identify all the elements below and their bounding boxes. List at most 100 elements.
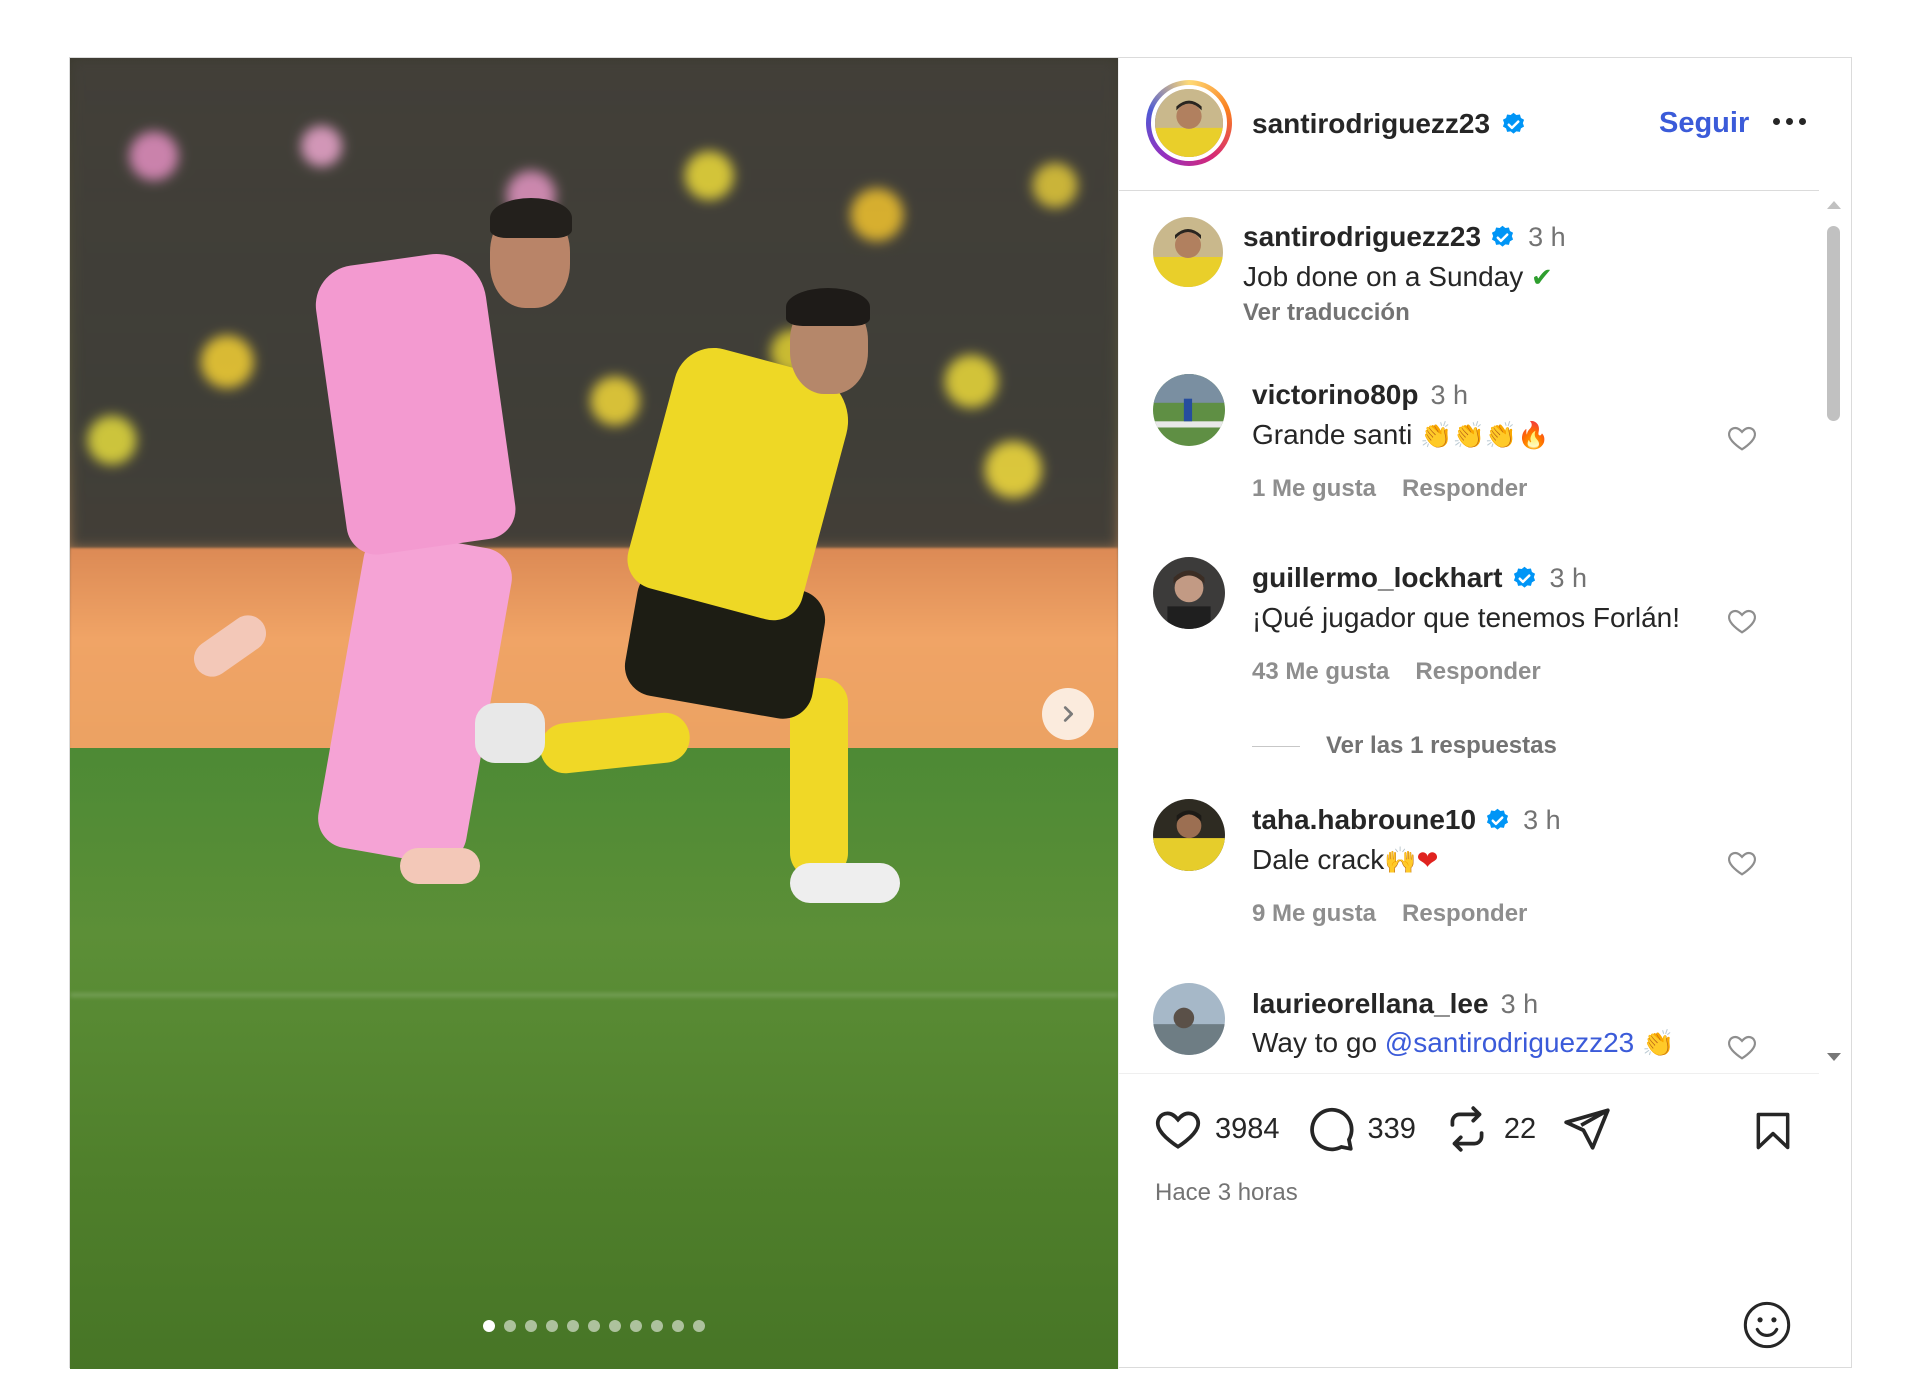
- caption-text-body: Job done on a Sunday: [1243, 261, 1524, 292]
- comment-count: 339: [1367, 1112, 1416, 1145]
- verified-badge-icon: [1491, 225, 1514, 247]
- comment-username[interactable]: guillermo_lockhart: [1252, 562, 1503, 594]
- comment-emoji: 👏👏👏🔥: [1420, 421, 1550, 451]
- comment-avatar[interactable]: [1153, 557, 1225, 629]
- comment-header: victorino80p 3 h: [1252, 379, 1468, 411]
- scroll-down-arrow-icon[interactable]: [1827, 1053, 1841, 1061]
- comment-mention-link[interactable]: @santirodriguezz23: [1385, 1027, 1634, 1058]
- comment-header: laurieorellana_lee 3 h: [1252, 988, 1538, 1020]
- carousel-dot[interactable]: [483, 1320, 495, 1332]
- comment-meta: 43 Me gusta Responder: [1252, 658, 1541, 686]
- check-mark-icon: ✔: [1531, 263, 1553, 293]
- scroll-up-arrow-icon[interactable]: [1827, 201, 1841, 209]
- comment-text-body: Way to go: [1252, 1027, 1378, 1058]
- comment-text: Grande santi 👏👏👏🔥: [1252, 419, 1550, 451]
- view-replies-label: Ver las 1 respuestas: [1326, 732, 1557, 759]
- player-yellow-shoe-back: [475, 703, 545, 763]
- verified-badge-icon: [1502, 112, 1525, 134]
- comment-username[interactable]: victorino80p: [1252, 379, 1418, 411]
- carousel-dot[interactable]: [630, 1320, 642, 1332]
- caption-avatar[interactable]: [1153, 217, 1223, 287]
- like-comment-heart-icon[interactable]: [1725, 422, 1759, 454]
- carousel-dot[interactable]: [651, 1320, 663, 1332]
- post-footer: 3984 339 22 Hace 3 horas: [1119, 1073, 1819, 1369]
- carousel-dot[interactable]: [609, 1320, 621, 1332]
- comment-username[interactable]: laurieorellana_lee: [1252, 988, 1489, 1020]
- repost-button[interactable]: 22: [1442, 1104, 1536, 1154]
- like-comment-heart-icon[interactable]: [1725, 1031, 1759, 1063]
- comment-text: Dale crack🙌❤: [1252, 844, 1438, 876]
- post-timestamp: Hace 3 horas: [1155, 1179, 1298, 1206]
- like-comment-heart-icon[interactable]: [1725, 847, 1759, 879]
- carousel-dot[interactable]: [546, 1320, 558, 1332]
- carousel-dot[interactable]: [504, 1320, 516, 1332]
- author-info: santirodriguezz23: [1252, 108, 1527, 140]
- follow-button[interactable]: Seguir: [1659, 107, 1749, 140]
- photo-pitch-line: [70, 993, 1118, 997]
- emoji-smiley-icon[interactable]: [1741, 1299, 1793, 1351]
- like-count: 3984: [1215, 1112, 1280, 1145]
- comment-emoji: 🙌❤: [1384, 846, 1439, 876]
- comment-avatar[interactable]: [1153, 374, 1225, 446]
- repost-count: 22: [1503, 1112, 1537, 1145]
- caption-time: 3 h: [1528, 221, 1566, 252]
- view-replies-button[interactable]: Ver las 1 respuestas: [1252, 732, 1557, 760]
- player-pink-hair: [490, 198, 572, 238]
- comment-likes[interactable]: 1 Me gusta: [1252, 475, 1376, 503]
- comment-text-body: Dale crack: [1252, 844, 1385, 875]
- bookmark-icon[interactable]: [1751, 1107, 1795, 1155]
- reply-button[interactable]: Responder: [1402, 900, 1527, 928]
- carousel-dot[interactable]: [588, 1320, 600, 1332]
- comment-time: 3 h: [1523, 804, 1561, 835]
- comment-button[interactable]: 339: [1306, 1104, 1416, 1154]
- comment-likes[interactable]: 43 Me gusta: [1252, 658, 1389, 686]
- caption-text: Job done on a Sunday ✔: [1243, 261, 1553, 293]
- verified-badge-icon: [1513, 566, 1535, 588]
- repost-icon: [1450, 1106, 1484, 1152]
- comment-meta: 9 Me gusta Responder: [1252, 900, 1527, 928]
- share-button[interactable]: [1562, 1104, 1612, 1154]
- action-bar: 3984 339 22: [1153, 1104, 1638, 1154]
- post-side-panel: santirodriguezz23 Seguir santirodriguezz…: [1118, 58, 1853, 1369]
- carousel-next-button[interactable]: [1042, 688, 1094, 740]
- comment-time: 3 h: [1500, 988, 1539, 1019]
- comment-likes[interactable]: 9 Me gusta: [1252, 900, 1376, 928]
- more-options-icon[interactable]: [1773, 118, 1806, 125]
- like-button[interactable]: 3984: [1153, 1104, 1280, 1154]
- carousel-dots: [70, 1320, 1118, 1332]
- chevron-right-icon: [1063, 706, 1074, 722]
- comments-list[interactable]: santirodriguezz23 3 h Job done on a Sund…: [1119, 191, 1854, 1073]
- scrollbar-thumb[interactable]: [1827, 226, 1840, 421]
- send-paper-plane-icon: [1564, 1108, 1610, 1150]
- comment-text-body: Grande santi: [1252, 419, 1413, 450]
- comment-avatar[interactable]: [1153, 983, 1225, 1055]
- comment-time: 3 h: [1549, 562, 1588, 593]
- comment-bubble-icon: [1309, 1107, 1354, 1152]
- carousel-dot[interactable]: [525, 1320, 537, 1332]
- comment-text: ¡Qué jugador que tenemos Forlán!: [1252, 602, 1681, 633]
- reply-button[interactable]: Responder: [1402, 475, 1527, 503]
- caption-username[interactable]: santirodriguezz23: [1243, 221, 1481, 253]
- comments-scrollbar[interactable]: [1824, 201, 1842, 1061]
- carousel-dot[interactable]: [693, 1320, 705, 1332]
- author-username[interactable]: santirodriguezz23: [1252, 108, 1490, 140]
- photo-crowd: [70, 58, 1118, 548]
- player-pink-shoe: [400, 848, 480, 884]
- verified-badge-icon: [1486, 808, 1509, 830]
- comment-header: guillermo_lockhart 3 h: [1252, 562, 1587, 594]
- photo-pitch: [70, 748, 1118, 1369]
- carousel-dot[interactable]: [567, 1320, 579, 1332]
- player-yellow-shoe: [790, 863, 900, 903]
- author-avatar: [1151, 85, 1227, 161]
- comment-text: Way to go @santirodriguezz23 👏: [1252, 1027, 1674, 1059]
- like-comment-heart-icon[interactable]: [1725, 605, 1759, 637]
- post-photo[interactable]: [70, 58, 1118, 1369]
- reply-button[interactable]: Responder: [1415, 658, 1540, 686]
- translate-link[interactable]: Ver traducción: [1243, 299, 1410, 327]
- comment-username[interactable]: taha.habroune10: [1252, 804, 1476, 836]
- comment-emoji: 👏: [1642, 1029, 1675, 1059]
- view-replies-line: [1252, 745, 1300, 747]
- carousel-dot[interactable]: [672, 1320, 684, 1332]
- author-avatar-ring[interactable]: [1146, 80, 1232, 166]
- comment-avatar[interactable]: [1153, 799, 1225, 871]
